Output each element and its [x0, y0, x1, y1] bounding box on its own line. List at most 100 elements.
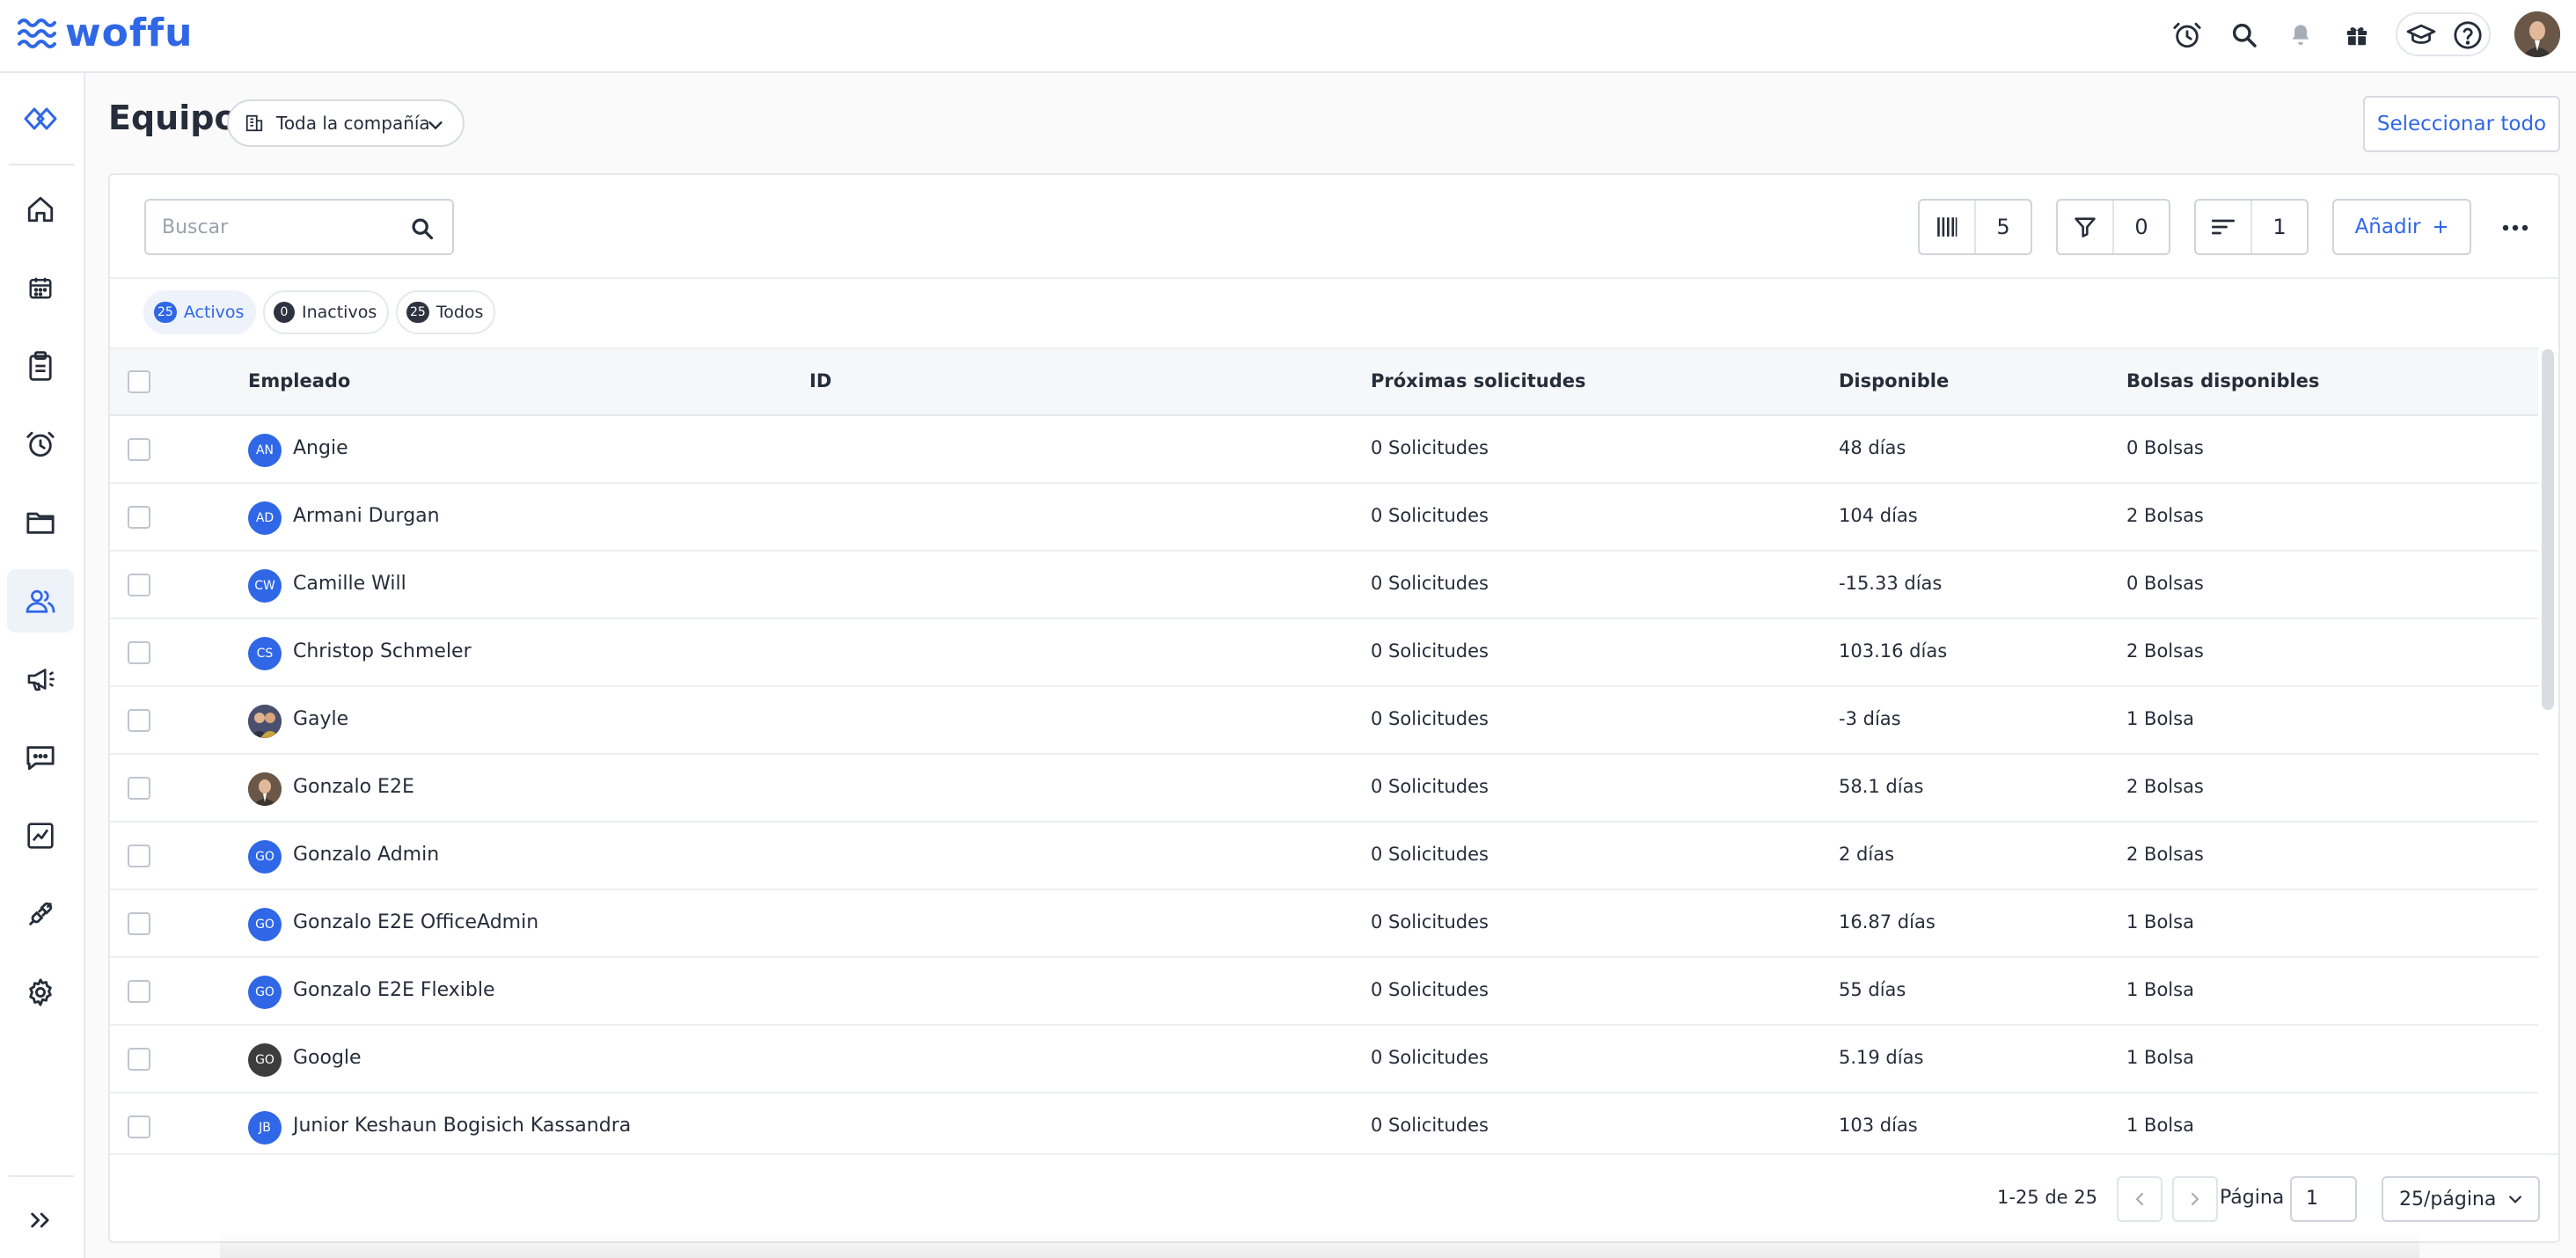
search-icon[interactable]	[2227, 18, 2262, 53]
add-button[interactable]: Añadir	[2332, 199, 2471, 255]
team-card: 5 0 1 Añadir 25Activos0Inactivos25Todos …	[108, 173, 2560, 1243]
help-icon[interactable]	[2450, 18, 2485, 53]
available-days: 48 días	[1839, 437, 1906, 458]
columns-count: 5	[1996, 215, 2010, 239]
table-row[interactable]: JB Junior Keshaun Bogisich Kassandra 0 Sol…	[110, 1093, 2538, 1161]
woffu-diamond-icon[interactable]	[7, 87, 74, 150]
available-days: -3 días	[1839, 708, 1901, 729]
employee-avatar	[248, 772, 282, 806]
employee-avatar: GO	[248, 840, 282, 874]
alarm-clock-icon[interactable]	[7, 413, 74, 476]
folder-icon[interactable]	[7, 491, 74, 554]
upcoming-requests: 0 Solicitudes	[1371, 708, 1489, 729]
graduation-cap-icon[interactable]	[2404, 18, 2439, 53]
available-days: 104 días	[1839, 505, 1918, 526]
chevron-down-icon	[2509, 1196, 2522, 1203]
available-days: 16.87 días	[1839, 911, 1936, 933]
available-bags: 2 Bolsas	[2126, 776, 2204, 797]
row-checkbox[interactable]	[128, 574, 150, 596]
employee-name: Gonzalo Admin	[293, 844, 440, 866]
row-checkbox[interactable]	[128, 641, 150, 664]
chat-icon[interactable]	[7, 726, 74, 789]
company-filter-select[interactable]: Toda la compañía	[227, 99, 465, 147]
building-icon	[245, 114, 263, 132]
upcoming-requests: 0 Solicitudes	[1371, 573, 1489, 594]
row-checkbox[interactable]	[128, 1115, 150, 1138]
select-all-button[interactable]: Seleccionar todo	[2363, 96, 2560, 152]
chart-icon[interactable]	[7, 804, 74, 867]
table-row[interactable]: AD Armani Durgan 0 Solicitudes 104 días 2 Bo…	[110, 484, 2538, 552]
table-row[interactable]: AN Angie 0 Solicitudes 48 días 0 Bolsas	[110, 416, 2538, 484]
available-bags: 1 Bolsa	[2126, 708, 2194, 729]
table-row[interactable]: Gayle 0 Solicitudes -3 días 1 Bolsa	[110, 687, 2538, 755]
row-checkbox[interactable]	[128, 912, 150, 935]
col-id[interactable]: ID	[809, 370, 831, 391]
home-icon[interactable]	[7, 178, 74, 241]
row-checkbox[interactable]	[128, 980, 150, 1003]
available-bags: 1 Bolsa	[2126, 1047, 2194, 1068]
row-checkbox[interactable]	[128, 845, 150, 867]
gear-icon[interactable]	[7, 961, 74, 1024]
double-chevron-right-icon[interactable]	[7, 1189, 74, 1252]
pagination: 1-25 de 25 Página 1 25/página	[110, 1153, 2558, 1241]
row-checkbox[interactable]	[128, 709, 150, 732]
select-all-checkbox[interactable]	[128, 370, 150, 393]
employee-avatar	[248, 705, 282, 738]
clipboard-icon[interactable]	[7, 334, 74, 398]
col-upcoming-requests[interactable]: Próximas solicitudes	[1371, 370, 1586, 391]
table-row[interactable]: Gonzalo E2E 0 Solicitudes 58.1 días 2 Bolsa…	[110, 755, 2538, 823]
sort-button[interactable]: 1	[2194, 199, 2309, 255]
prev-page-button[interactable]	[2117, 1176, 2163, 1222]
filter-icon	[2075, 217, 2096, 238]
row-checkbox[interactable]	[128, 777, 150, 800]
page-size-select[interactable]: 25/página	[2382, 1176, 2540, 1222]
user-avatar[interactable]	[2514, 11, 2560, 57]
employee-name: Junior Keshaun Bogisich Kassandra	[293, 1115, 632, 1137]
col-employee[interactable]: Empleado	[248, 370, 350, 391]
search-icon[interactable]	[410, 216, 435, 241]
col-available-bags[interactable]: Bolsas disponibles	[2126, 370, 2319, 391]
upcoming-requests: 0 Solicitudes	[1371, 776, 1489, 797]
table-row[interactable]: GO Gonzalo E2E OfficeAdmin 0 Solicitudes 16…	[110, 890, 2538, 958]
employee-avatar: GO	[248, 976, 282, 1009]
available-bags: 2 Bolsas	[2126, 505, 2204, 526]
row-checkbox[interactable]	[128, 506, 150, 529]
table-scrollbar[interactable]	[2542, 349, 2554, 710]
sidebar-divider	[9, 1175, 74, 1177]
megaphone-icon[interactable]	[7, 647, 74, 711]
table-row[interactable]: GO Google 0 Solicitudes 5.19 días 1 Bolsa	[110, 1026, 2538, 1093]
chevron-left-icon	[2135, 1192, 2144, 1206]
table-row[interactable]: CS Christop Schmeler 0 Solicitudes 103.16 d…	[110, 619, 2538, 687]
woffu-logo[interactable]: woffu	[18, 11, 194, 55]
bell-icon[interactable]	[2283, 18, 2318, 53]
more-options-icon[interactable]	[2498, 210, 2533, 245]
table-row[interactable]: GO Gonzalo Admin 0 Solicitudes 2 días 2 Bols…	[110, 823, 2538, 890]
table-row[interactable]: GO Gonzalo E2E Flexible 0 Solicitudes 55 dí…	[110, 958, 2538, 1026]
alarm-clock-icon[interactable]	[2170, 18, 2205, 53]
row-checkbox[interactable]	[128, 1048, 150, 1071]
status-tab-todos[interactable]: 25 Todos	[396, 290, 496, 334]
gift-icon[interactable]	[2339, 18, 2375, 53]
upcoming-requests: 0 Solicitudes	[1371, 1047, 1489, 1068]
plug-icon[interactable]	[7, 882, 74, 946]
table-row[interactable]: CW Camille Will 0 Solicitudes -15.33 días 0 …	[110, 552, 2538, 619]
status-tab-label: Todos	[435, 303, 484, 322]
page-label: Página	[2220, 1187, 2285, 1209]
avatar-initials: AD	[255, 511, 274, 525]
status-tab-label: Activos	[183, 303, 245, 322]
columns-button[interactable]: 5	[1918, 199, 2032, 255]
team-icon[interactable]	[7, 569, 74, 633]
status-tab-inactivos[interactable]: 0 Inactivos	[263, 290, 390, 334]
row-checkbox[interactable]	[128, 438, 150, 461]
status-tab-count: 25	[406, 302, 429, 323]
status-tab-activos[interactable]: 25 Activos	[143, 290, 257, 334]
next-page-button[interactable]	[2172, 1176, 2218, 1222]
calendar-icon[interactable]	[7, 256, 74, 319]
col-available[interactable]: Disponible	[1839, 370, 1949, 391]
page-number-input[interactable]: 1	[2290, 1176, 2357, 1222]
search-input[interactable]	[162, 213, 399, 241]
filters-button[interactable]: 0	[2056, 199, 2170, 255]
employee-name: Gayle	[293, 708, 349, 730]
columns-icon	[1937, 217, 1958, 237]
upcoming-requests: 0 Solicitudes	[1371, 1115, 1489, 1136]
